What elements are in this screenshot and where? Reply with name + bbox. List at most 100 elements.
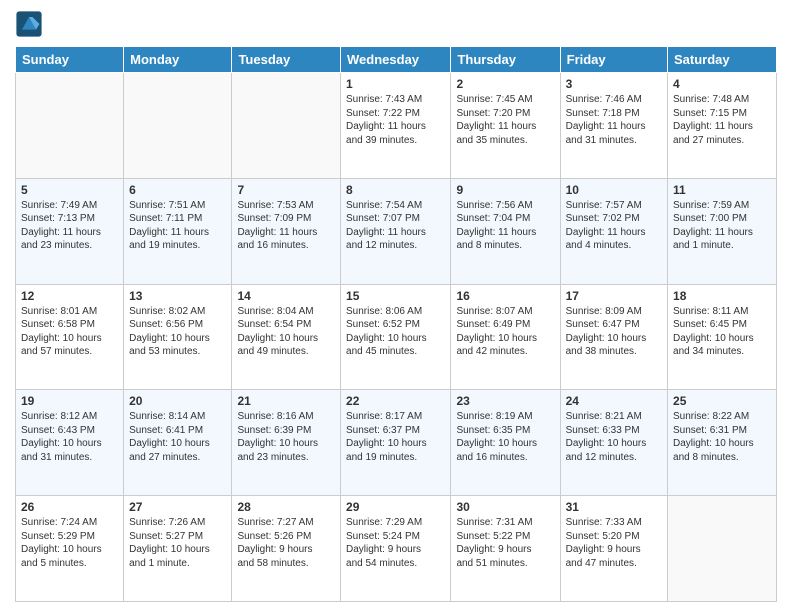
day-number: 4 xyxy=(673,77,771,91)
weekday-header-wednesday: Wednesday xyxy=(341,47,451,73)
day-info: Sunrise: 7:54 AM Sunset: 7:07 PM Dayligh… xyxy=(346,199,445,253)
calendar-cell xyxy=(124,73,232,179)
calendar-cell: 19 Sunrise: 8:12 AM Sunset: 6:43 PM Dayli… xyxy=(16,390,124,496)
calendar-cell: 17 Sunrise: 8:09 AM Sunset: 6:47 PM Dayli… xyxy=(560,284,667,390)
day-info: Sunrise: 7:24 AM Sunset: 5:29 PM Dayligh… xyxy=(21,516,118,570)
day-info: Sunrise: 8:14 AM Sunset: 6:41 PM Dayligh… xyxy=(129,410,226,464)
weekday-header-thursday: Thursday xyxy=(451,47,560,73)
day-info: Sunrise: 8:17 AM Sunset: 6:37 PM Dayligh… xyxy=(346,410,445,464)
day-number: 9 xyxy=(456,183,554,197)
day-number: 12 xyxy=(21,289,118,303)
calendar-cell: 23 Sunrise: 8:19 AM Sunset: 6:35 PM Dayli… xyxy=(451,390,560,496)
calendar-cell: 30 Sunrise: 7:31 AM Sunset: 5:22 PM Dayli… xyxy=(451,496,560,602)
calendar-cell: 31 Sunrise: 7:33 AM Sunset: 5:20 PM Dayli… xyxy=(560,496,667,602)
calendar-cell: 27 Sunrise: 7:26 AM Sunset: 5:27 PM Dayli… xyxy=(124,496,232,602)
calendar-cell: 12 Sunrise: 8:01 AM Sunset: 6:58 PM Dayli… xyxy=(16,284,124,390)
calendar-cell: 28 Sunrise: 7:27 AM Sunset: 5:26 PM Dayli… xyxy=(232,496,341,602)
day-info: Sunrise: 8:22 AM Sunset: 6:31 PM Dayligh… xyxy=(673,410,771,464)
day-info: Sunrise: 7:46 AM Sunset: 7:18 PM Dayligh… xyxy=(566,93,662,147)
calendar-cell: 18 Sunrise: 8:11 AM Sunset: 6:45 PM Dayli… xyxy=(668,284,777,390)
day-number: 21 xyxy=(237,394,335,408)
calendar-cell: 8 Sunrise: 7:54 AM Sunset: 7:07 PM Daylig… xyxy=(341,178,451,284)
calendar-cell: 6Sunrise: 7:51 AM Sunset: 7:11 PM Daylig… xyxy=(124,178,232,284)
day-info: Sunrise: 8:21 AM Sunset: 6:33 PM Dayligh… xyxy=(566,410,662,464)
day-number: 27 xyxy=(129,500,226,514)
day-info: Sunrise: 8:12 AM Sunset: 6:43 PM Dayligh… xyxy=(21,410,118,464)
day-number: 1 xyxy=(346,77,445,91)
calendar-cell: 5 Sunrise: 7:49 AM Sunset: 7:13 PM Daylig… xyxy=(16,178,124,284)
calendar-cell: 3 Sunrise: 7:46 AM Sunset: 7:18 PM Daylig… xyxy=(560,73,667,179)
weekday-header-monday: Monday xyxy=(124,47,232,73)
day-info: Sunrise: 7:56 AM Sunset: 7:04 PM Dayligh… xyxy=(456,199,554,253)
calendar-cell: 20Sunrise: 8:14 AM Sunset: 6:41 PM Dayli… xyxy=(124,390,232,496)
day-info: Sunrise: 8:16 AM Sunset: 6:39 PM Dayligh… xyxy=(237,410,335,464)
day-number: 14 xyxy=(237,289,335,303)
logo-icon xyxy=(15,10,43,38)
calendar-cell: 9 Sunrise: 7:56 AM Sunset: 7:04 PM Daylig… xyxy=(451,178,560,284)
calendar-cell: 2 Sunrise: 7:45 AM Sunset: 7:20 PM Daylig… xyxy=(451,73,560,179)
day-info: Sunrise: 7:57 AM Sunset: 7:02 PM Dayligh… xyxy=(566,199,662,253)
day-info: Sunrise: 8:01 AM Sunset: 6:58 PM Dayligh… xyxy=(21,305,118,359)
calendar-cell xyxy=(232,73,341,179)
calendar-cell: 16 Sunrise: 8:07 AM Sunset: 6:49 PM Dayli… xyxy=(451,284,560,390)
calendar-cell: 13 Sunrise: 8:02 AM Sunset: 6:56 PM Dayli… xyxy=(124,284,232,390)
day-number: 5 xyxy=(21,183,118,197)
day-info: Sunrise: 8:09 AM Sunset: 6:47 PM Dayligh… xyxy=(566,305,662,359)
calendar-cell: 1 Sunrise: 7:43 AM Sunset: 7:22 PM Daylig… xyxy=(341,73,451,179)
calendar-cell: 25 Sunrise: 8:22 AM Sunset: 6:31 PM Dayli… xyxy=(668,390,777,496)
day-info: Sunrise: 7:26 AM Sunset: 5:27 PM Dayligh… xyxy=(129,516,226,570)
calendar-cell: 10 Sunrise: 7:57 AM Sunset: 7:02 PM Dayli… xyxy=(560,178,667,284)
calendar-cell: 11 Sunrise: 7:59 AM Sunset: 7:00 PM Dayli… xyxy=(668,178,777,284)
day-info: Sunrise: 7:27 AM Sunset: 5:26 PM Dayligh… xyxy=(237,516,335,570)
day-number: 28 xyxy=(237,500,335,514)
day-number: 3 xyxy=(566,77,662,91)
day-info: Sunrise: 7:49 AM Sunset: 7:13 PM Dayligh… xyxy=(21,199,118,253)
day-info: Sunrise: 8:06 AM Sunset: 6:52 PM Dayligh… xyxy=(346,305,445,359)
weekday-header-saturday: Saturday xyxy=(668,47,777,73)
day-number: 6 xyxy=(129,183,226,197)
day-number: 10 xyxy=(566,183,662,197)
day-number: 16 xyxy=(456,289,554,303)
day-info: Sunrise: 8:02 AM Sunset: 6:56 PM Dayligh… xyxy=(129,305,226,359)
day-info: Sunrise: 8:19 AM Sunset: 6:35 PM Dayligh… xyxy=(456,410,554,464)
calendar-cell: 7 Sunrise: 7:53 AM Sunset: 7:09 PM Daylig… xyxy=(232,178,341,284)
day-info: Sunrise: 7:43 AM Sunset: 7:22 PM Dayligh… xyxy=(346,93,445,147)
page-header xyxy=(15,10,777,38)
day-number: 25 xyxy=(673,394,771,408)
day-info: Sunrise: 7:33 AM Sunset: 5:20 PM Dayligh… xyxy=(566,516,662,570)
day-number: 15 xyxy=(346,289,445,303)
calendar-cell: 15 Sunrise: 8:06 AM Sunset: 6:52 PM Dayli… xyxy=(341,284,451,390)
day-number: 18 xyxy=(673,289,771,303)
calendar-cell: 22 Sunrise: 8:17 AM Sunset: 6:37 PM Dayli… xyxy=(341,390,451,496)
day-number: 22 xyxy=(346,394,445,408)
calendar-cell xyxy=(668,496,777,602)
day-number: 19 xyxy=(21,394,118,408)
day-info: Sunrise: 7:31 AM Sunset: 5:22 PM Dayligh… xyxy=(456,516,554,570)
day-number: 13 xyxy=(129,289,226,303)
day-number: 7 xyxy=(237,183,335,197)
day-info: Sunrise: 7:45 AM Sunset: 7:20 PM Dayligh… xyxy=(456,93,554,147)
day-info: Sunrise: 7:48 AM Sunset: 7:15 PM Dayligh… xyxy=(673,93,771,147)
calendar-table: SundayMondayTuesdayWednesdayThursdayFrid… xyxy=(15,46,777,602)
day-number: 31 xyxy=(566,500,662,514)
day-number: 2 xyxy=(456,77,554,91)
day-number: 29 xyxy=(346,500,445,514)
day-number: 17 xyxy=(566,289,662,303)
calendar-cell: 14Sunrise: 8:04 AM Sunset: 6:54 PM Dayli… xyxy=(232,284,341,390)
weekday-header-tuesday: Tuesday xyxy=(232,47,341,73)
logo xyxy=(15,10,45,38)
calendar-cell: 26Sunrise: 7:24 AM Sunset: 5:29 PM Dayli… xyxy=(16,496,124,602)
calendar-cell: 24Sunrise: 8:21 AM Sunset: 6:33 PM Dayli… xyxy=(560,390,667,496)
weekday-header-friday: Friday xyxy=(560,47,667,73)
calendar-cell: 4 Sunrise: 7:48 AM Sunset: 7:15 PM Daylig… xyxy=(668,73,777,179)
day-number: 11 xyxy=(673,183,771,197)
day-info: Sunrise: 7:59 AM Sunset: 7:00 PM Dayligh… xyxy=(673,199,771,253)
day-info: Sunrise: 7:53 AM Sunset: 7:09 PM Dayligh… xyxy=(237,199,335,253)
day-number: 8 xyxy=(346,183,445,197)
day-info: Sunrise: 8:07 AM Sunset: 6:49 PM Dayligh… xyxy=(456,305,554,359)
day-number: 30 xyxy=(456,500,554,514)
day-info: Sunrise: 8:11 AM Sunset: 6:45 PM Dayligh… xyxy=(673,305,771,359)
calendar-cell: 29 Sunrise: 7:29 AM Sunset: 5:24 PM Dayli… xyxy=(341,496,451,602)
day-info: Sunrise: 7:29 AM Sunset: 5:24 PM Dayligh… xyxy=(346,516,445,570)
day-number: 23 xyxy=(456,394,554,408)
